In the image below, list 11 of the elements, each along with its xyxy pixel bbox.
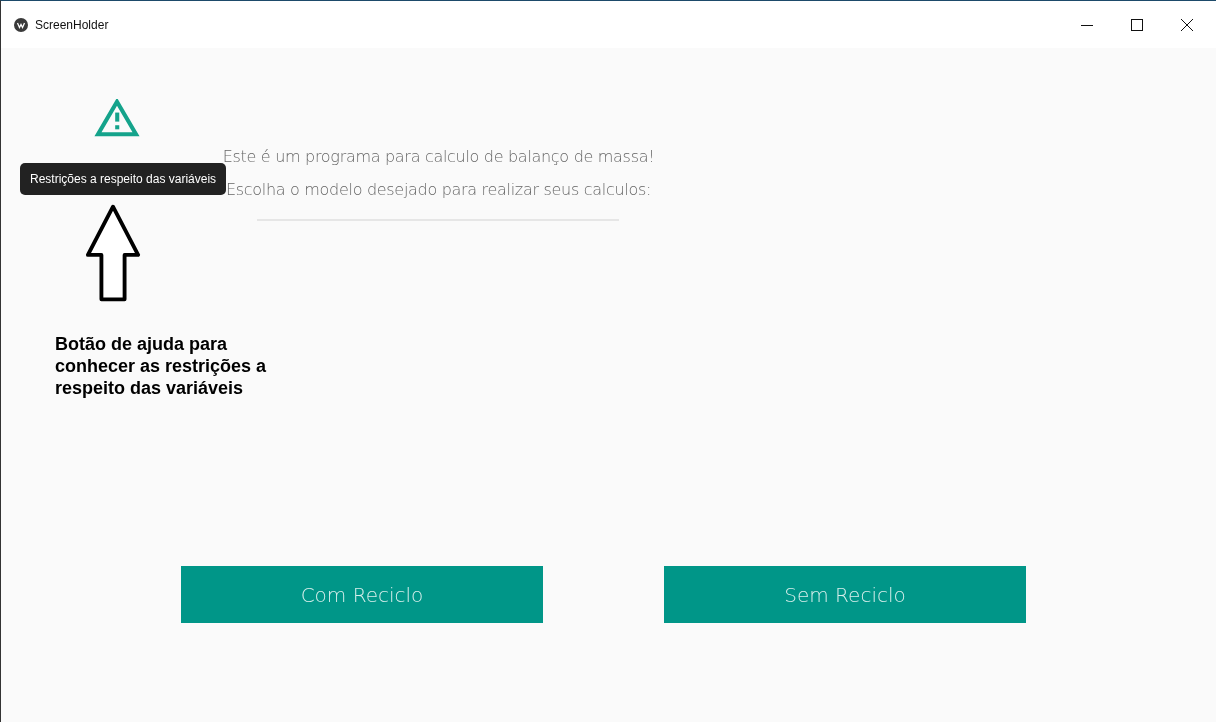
app-icon xyxy=(14,17,28,32)
model-button[interactable]: Com Reciclo xyxy=(181,566,543,623)
window-title: ScreenHolder xyxy=(35,17,109,32)
model-button[interactable]: Sem Reciclo xyxy=(664,566,1026,623)
up-arrow-icon xyxy=(85,203,141,303)
annotation-text: Botão de ajuda para conhecer as restrições a respeito das variáveis xyxy=(55,333,268,399)
maximize-icon[interactable] xyxy=(1131,18,1143,31)
close-icon[interactable] xyxy=(1181,18,1193,31)
warning-icon[interactable] xyxy=(93,99,141,137)
intro-text: Escolha o modelo desejado para realizar seus calculos: xyxy=(225,179,652,201)
tooltip: Restrições a respeito das variáveis xyxy=(20,163,227,195)
